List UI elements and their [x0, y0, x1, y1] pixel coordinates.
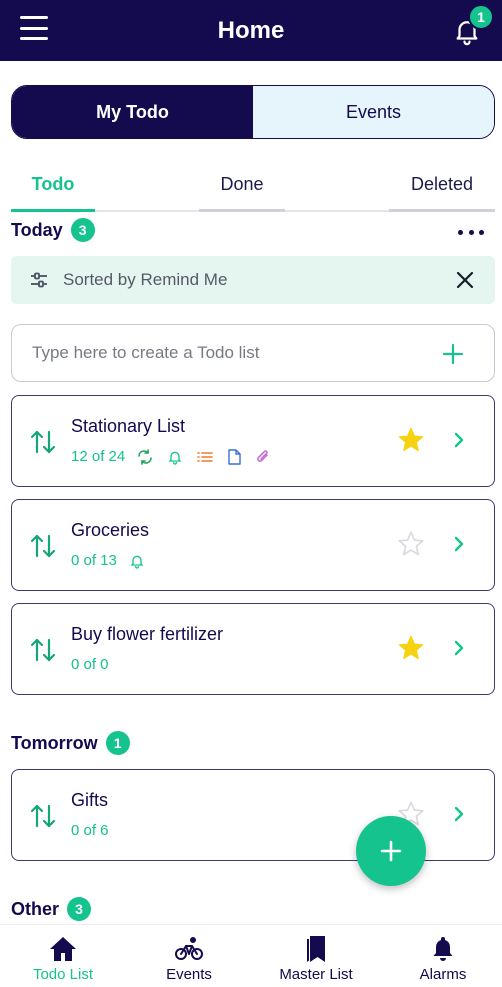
list-meta: 0 of 13	[71, 552, 159, 569]
notification-badge: 1	[468, 4, 494, 30]
tab-done-underline	[199, 209, 285, 212]
note-icon	[228, 448, 241, 465]
notifications-button[interactable]: 1	[450, 4, 494, 52]
section-today-count: 3	[70, 218, 95, 242]
list-progress: 12 of 24	[71, 448, 126, 465]
star-outline-icon[interactable]	[397, 530, 425, 558]
list-progress: 0 of 6	[71, 822, 109, 839]
star-filled-icon[interactable]	[397, 634, 425, 662]
section-tomorrow-count: 1	[105, 731, 130, 755]
chevron-right-icon[interactable]	[452, 431, 466, 449]
nav-label: Master List	[279, 966, 353, 983]
chevron-right-icon[interactable]	[452, 639, 466, 657]
segment-my-todo[interactable]: My Todo	[12, 86, 253, 138]
nav-label: Todo List	[32, 966, 94, 983]
app-header: Home 1	[0, 0, 502, 61]
close-icon[interactable]	[453, 268, 477, 292]
tab-deleted-underline	[389, 209, 495, 212]
chevron-right-icon[interactable]	[452, 805, 466, 823]
tab-done[interactable]: Done	[199, 156, 285, 212]
create-todo-field	[11, 324, 495, 382]
section-today: Today 3	[11, 218, 95, 242]
reminder-icon	[168, 451, 182, 465]
bottom-navigation: Todo List Events Master List Alarms	[0, 924, 502, 987]
reminder-icon	[130, 555, 144, 569]
tab-deleted[interactable]: Deleted	[389, 156, 495, 212]
list-progress: 0 of 0	[71, 656, 109, 673]
add-todo-fab[interactable]	[356, 816, 426, 886]
section-tomorrow: Tomorrow 1	[11, 731, 130, 755]
section-other-label: Other	[11, 898, 60, 919]
reorder-icon[interactable]	[30, 532, 56, 560]
tab-todo-underline	[11, 209, 95, 212]
todo-list-card[interactable]: Stationary List 12 of 24	[11, 395, 495, 487]
section-other: Other 3	[11, 897, 92, 921]
add-icon[interactable]	[442, 343, 464, 365]
reorder-icon[interactable]	[30, 802, 56, 830]
create-todo-input[interactable]	[32, 343, 412, 363]
list-name: Stationary List	[71, 416, 186, 436]
star-filled-icon[interactable]	[397, 426, 425, 454]
todo-list-card[interactable]: Groceries 0 of 13	[11, 499, 495, 591]
sort-label: Sorted by Remind Me	[63, 270, 228, 289]
list-meta: 12 of 24	[71, 448, 285, 465]
section-other-count: 3	[67, 897, 92, 921]
nav-label: Alarms	[419, 966, 467, 983]
nav-events[interactable]: Events	[146, 925, 232, 987]
bicycle-icon	[175, 937, 203, 960]
bell-icon	[433, 937, 453, 961]
nav-alarms[interactable]: Alarms	[400, 925, 486, 987]
section-tomorrow-label: Tomorrow	[11, 732, 98, 753]
more-options-icon[interactable]	[458, 230, 484, 238]
nav-master-list[interactable]: Master List	[266, 925, 366, 987]
page-title: Home	[217, 16, 285, 44]
reorder-icon[interactable]	[30, 636, 56, 664]
list-name: Buy flower fertilizer	[71, 624, 224, 644]
todo-list-card[interactable]: Buy flower fertilizer 0 of 0	[11, 603, 495, 695]
list-meta: 0 of 6	[71, 822, 121, 839]
list-name: Gifts	[71, 790, 109, 810]
attachment-icon	[257, 449, 269, 462]
segment-events[interactable]: Events	[253, 86, 494, 138]
menu-icon[interactable]	[20, 16, 48, 40]
todo-events-switch: My Todo Events	[11, 85, 495, 139]
status-tabs: Todo Done Deleted	[11, 156, 495, 212]
list-meta: 0 of 0	[71, 656, 121, 673]
repeat-icon	[138, 448, 153, 465]
list-name: Groceries	[71, 520, 150, 540]
chevron-right-icon[interactable]	[452, 535, 466, 553]
list-icon	[197, 451, 214, 462]
plus-icon	[380, 840, 402, 862]
tab-todo[interactable]: Todo	[11, 156, 95, 212]
sort-indicator: Sorted by Remind Me	[11, 256, 495, 304]
bookmark-icon	[307, 936, 325, 962]
home-icon	[50, 937, 76, 961]
list-progress: 0 of 13	[71, 552, 117, 569]
nav-todo-list[interactable]: Todo List	[20, 925, 106, 987]
reorder-icon[interactable]	[30, 428, 56, 456]
nav-label: Events	[166, 966, 212, 983]
section-today-label: Today	[11, 219, 63, 240]
sliders-icon	[31, 272, 47, 288]
